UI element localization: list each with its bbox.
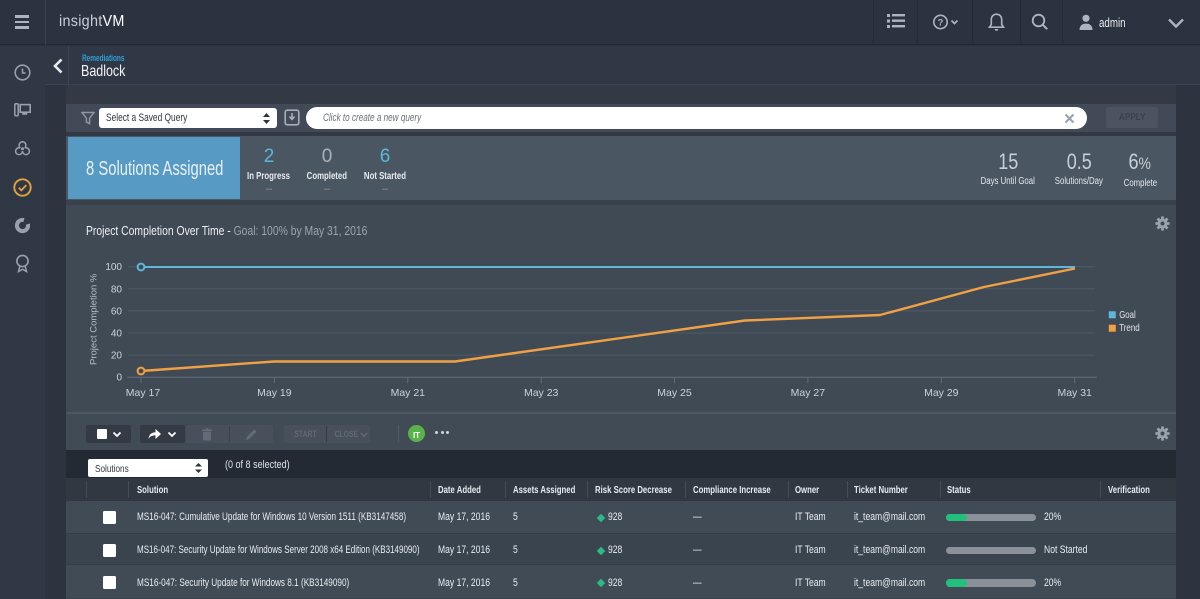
svg-text:?: ? xyxy=(938,18,944,29)
svg-text:May 29: May 29 xyxy=(924,387,959,399)
svg-text:Trend: Trend xyxy=(1119,322,1140,334)
svg-text:0: 0 xyxy=(116,373,122,384)
svg-text:May 23: May 23 xyxy=(524,387,559,399)
svg-text:40: 40 xyxy=(111,329,123,340)
svg-text:May 25: May 25 xyxy=(657,387,692,399)
svg-text:May 17: May 17 xyxy=(126,387,161,399)
svg-text:60: 60 xyxy=(111,306,123,317)
svg-text:80: 80 xyxy=(111,284,123,295)
svg-text:May 21: May 21 xyxy=(391,387,426,399)
svg-text:20: 20 xyxy=(111,351,123,362)
svg-text:May 27: May 27 xyxy=(791,387,826,399)
svg-text:Goal: Goal xyxy=(1119,309,1136,321)
svg-text:100: 100 xyxy=(105,262,122,273)
svg-text:May 31: May 31 xyxy=(1057,387,1092,399)
svg-text:May 19: May 19 xyxy=(257,387,292,399)
svg-text:Project Completion %: Project Completion % xyxy=(89,273,100,365)
